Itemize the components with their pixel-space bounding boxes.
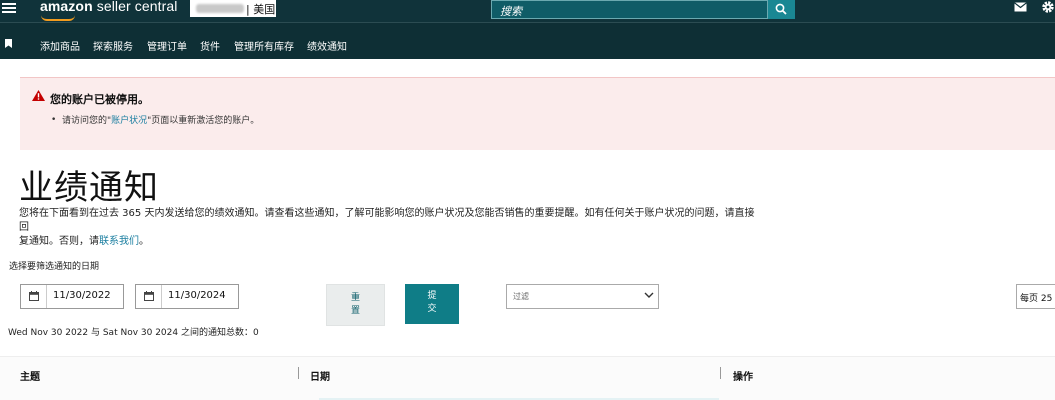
description-line-1: 您将在下面看到在过去 365 天内发送给您的绩效通知。请查看这些通知，了解可能影…	[19, 208, 755, 233]
gear-icon[interactable]	[1041, 0, 1055, 14]
column-divider	[298, 367, 299, 379]
filter-select-value: 过滤	[513, 292, 529, 301]
notification-total-count: Wed Nov 30 2022 与 Sat Nov 30 2024 之间的通知总…	[8, 328, 259, 338]
reset-label-1: 重	[350, 293, 360, 303]
filter-select[interactable]: 过滤	[506, 284, 659, 309]
reset-label-2: 置	[350, 306, 360, 316]
start-date-calendar-button[interactable]	[21, 285, 47, 308]
alert-text-before: 请访问您的"	[62, 116, 112, 126]
warning-icon	[32, 90, 45, 101]
submit-button[interactable]: 提 交	[405, 284, 459, 324]
logo-rest-text: seller central	[92, 0, 178, 14]
start-date-input[interactable]: 11/30/2022	[20, 284, 124, 309]
calendar-icon	[29, 291, 39, 301]
search-button[interactable]	[768, 0, 795, 19]
start-date-value: 11/30/2022	[53, 290, 111, 301]
page-description: 您将在下面看到在过去 365 天内发送给您的绩效通知。请查看这些通知，了解可能影…	[19, 207, 759, 249]
alert-text-after: "页面以重新激活您的账户。	[147, 116, 260, 126]
end-date-value: 11/30/2024	[168, 290, 226, 301]
logo-smile-mark	[41, 15, 75, 21]
end-date-calendar-button[interactable]	[136, 285, 162, 308]
chevron-down-icon	[644, 292, 654, 298]
results-per-page-select[interactable]: 每页 25	[1016, 284, 1055, 309]
calendar-icon	[144, 291, 154, 301]
description-end: 。	[139, 236, 149, 247]
submit-label-1: 提	[427, 291, 437, 301]
end-date-input[interactable]: 11/30/2024	[135, 284, 239, 309]
account-health-link[interactable]: 账户状况	[111, 116, 147, 126]
column-header-subject[interactable]: 主题	[20, 368, 40, 383]
nav-item-manage-orders[interactable]: 管理订单	[147, 38, 187, 53]
alert-bullet: •	[51, 115, 57, 125]
description-line-2: 复通知。否则，请	[19, 236, 99, 247]
reset-button[interactable]: 重 置	[326, 284, 385, 326]
search-icon	[775, 3, 787, 15]
column-divider	[720, 367, 721, 379]
contact-us-link[interactable]: 联系我们	[99, 236, 139, 247]
mail-icon[interactable]	[1014, 2, 1027, 12]
column-header-action[interactable]: 操作	[733, 368, 753, 383]
seller-central-logo[interactable]: amazon seller central	[40, 0, 178, 14]
marketplace-label: | 美国	[246, 3, 276, 16]
logo-bold-text: amazon	[40, 0, 93, 14]
search-input[interactable]: 搜索	[491, 0, 768, 19]
bookmark-icon[interactable]	[5, 39, 12, 48]
nav-item-shipments[interactable]: 货件	[200, 38, 220, 53]
column-header-date[interactable]: 日期	[310, 368, 330, 383]
submit-label-2: 交	[427, 304, 437, 314]
alert-title: 您的账户已被停用。	[50, 93, 149, 106]
marketplace-switcher[interactable]: | 美国	[190, 0, 276, 17]
main-navigation: 添加商品 探索服务 管理订单 货件 管理所有库存 绩效通知	[0, 22, 1055, 59]
nav-item-performance-notifications[interactable]: 绩效通知	[307, 38, 347, 53]
date-filter-label: 选择要筛选通知的日期	[9, 262, 100, 272]
alert-message: 请访问您的"账户状况"页面以重新激活您的账户。	[62, 113, 259, 126]
nav-item-add-product[interactable]: 添加商品	[40, 38, 80, 53]
results-per-page-value: 每页 25	[1020, 294, 1053, 304]
page-title: 业绩通知	[19, 168, 159, 208]
store-name-redacted	[196, 4, 244, 13]
notifications-table-header: 主题 日期 操作	[0, 356, 1055, 400]
top-header: amazon seller central | 美国 搜索	[0, 0, 1055, 22]
nav-item-manage-inventory[interactable]: 管理所有库存	[234, 38, 294, 53]
account-deactivated-alert: 您的账户已被停用。 • 请访问您的"账户状况"页面以重新激活您的账户。	[20, 77, 1055, 150]
menu-icon[interactable]	[2, 1, 16, 15]
nav-item-explore-services[interactable]: 探索服务	[93, 38, 133, 53]
